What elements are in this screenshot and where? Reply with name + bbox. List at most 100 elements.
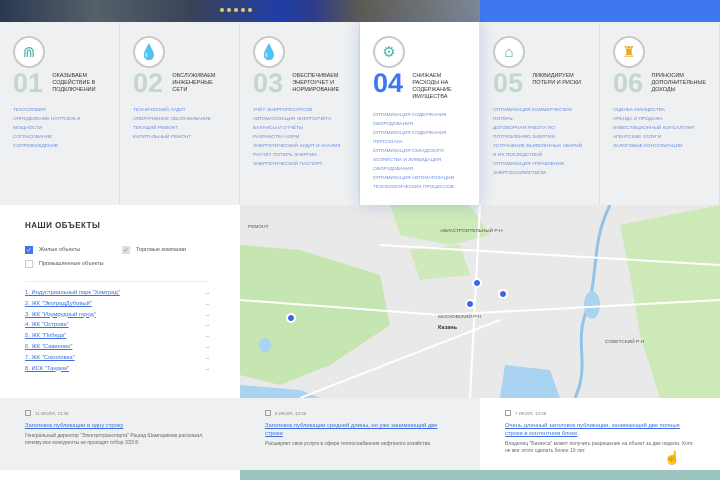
- map-label: Ремонт: [248, 225, 269, 230]
- service-link[interactable]: Оценка имущества: [613, 106, 706, 115]
- service-link[interactable]: Оперативное обслуживание: [133, 115, 226, 124]
- service-link[interactable]: Автоматизация энергоучёта: [253, 115, 346, 124]
- service-title: Приносим дополнительные доходы: [651, 73, 706, 93]
- checkbox-icon[interactable]: [25, 260, 33, 268]
- service-link[interactable]: Согласование: [13, 133, 106, 142]
- filter-label: Промышленные объекты: [39, 261, 104, 267]
- arrow-right-icon: →: [204, 290, 210, 296]
- service-card-06[interactable]: ♜ 06 Приносим дополнительные доходы Оценк…: [600, 22, 720, 205]
- lake: [584, 291, 600, 319]
- service-number: 01: [13, 68, 44, 98]
- object-item[interactable]: 5. ЖК "Победа" →: [25, 333, 210, 344]
- service-number: 06: [613, 68, 644, 98]
- service-link[interactable]: Энергетический паспорт: [253, 160, 346, 169]
- object-item[interactable]: 7. ЖК "Соколовка" →: [25, 355, 210, 366]
- service-number: 05: [493, 68, 524, 98]
- service-title: Снижаем расходы на содержание имущества: [412, 73, 452, 100]
- objects-list: 1. Индустриальный парк "Химград" → 2. ЖК "…: [25, 290, 210, 376]
- service-link[interactable]: Определение нагрузок и мощности: [13, 115, 106, 133]
- object-item[interactable]: 3. ЖК "Изумрудный город" →: [25, 312, 210, 323]
- filter-label: Торговые компании: [136, 247, 186, 253]
- service-card-04[interactable]: ⚙ 04 Снижаем расходы на содержание имущес…: [360, 22, 480, 205]
- gears-icon: ⚙: [373, 36, 405, 68]
- calendar-icon: [25, 410, 31, 416]
- hero-banner: [0, 0, 720, 22]
- slider-dots[interactable]: [220, 8, 252, 12]
- service-link[interactable]: Разработка норм: [253, 133, 346, 142]
- object-link[interactable]: 2. ЖК "ЭкоградДубовый": [25, 301, 92, 312]
- object-link[interactable]: 7. ЖК "Соколовка": [25, 355, 75, 366]
- object-link[interactable]: 4. ЖК "Острова": [25, 322, 69, 333]
- map-pin[interactable]: [465, 299, 475, 309]
- object-link[interactable]: 6. ЖК "Савиново": [25, 344, 72, 355]
- service-link[interactable]: Залоговые консультации: [613, 142, 706, 151]
- service-link[interactable]: Энергетический аудит и анализ: [253, 142, 346, 151]
- map-label: Советский р-н: [605, 340, 645, 345]
- service-link[interactable]: Техусловия: [13, 106, 106, 115]
- water-area: [500, 365, 560, 398]
- object-link[interactable]: 3. ЖК "Изумрудный город": [25, 312, 96, 323]
- object-item[interactable]: 4. ЖК "Острова" →: [25, 322, 210, 333]
- object-link[interactable]: 5. ЖК "Победа": [25, 333, 66, 344]
- service-link[interactable]: Сопровождение: [13, 142, 106, 151]
- service-link[interactable]: Оптимизация складского хозяйства и ликви…: [373, 147, 466, 174]
- service-link[interactable]: Устранение выявленных аварий и их послед…: [493, 142, 586, 160]
- service-link[interactable]: Учёт энергоресурсов: [253, 106, 346, 115]
- service-link[interactable]: Технический аудит: [133, 106, 226, 115]
- water-area: [240, 385, 320, 398]
- service-link[interactable]: Оптимизация содержания оборудования: [373, 111, 466, 129]
- service-link[interactable]: Оптимизация управления энергохозяйством: [493, 160, 586, 178]
- service-title: Ликвидируем потери и риски: [532, 73, 581, 86]
- calendar-icon: [505, 410, 511, 416]
- service-link[interactable]: Аренда и продажа: [613, 115, 706, 124]
- arrow-right-icon: →: [204, 333, 210, 340]
- news-item: 8 июля, 13:36 Заголовок публикации средн…: [240, 398, 480, 470]
- service-card-02[interactable]: 💧 02 Обслуживаем инженерные сети Техничес…: [120, 22, 240, 205]
- service-link[interactable]: Балансы и отчёты: [253, 124, 346, 133]
- lake: [259, 338, 271, 352]
- checkbox-checked-icon[interactable]: ✓: [122, 246, 130, 254]
- news-date: 8 июля, 13:36: [275, 410, 307, 416]
- object-item[interactable]: 6. ЖК "Савиново" →: [25, 344, 210, 355]
- filter-residential[interactable]: ✓ Жилые объекты: [25, 246, 80, 254]
- service-link[interactable]: Капитальный ремонт: [133, 133, 226, 142]
- service-number: 02: [133, 68, 164, 98]
- map-pin[interactable]: [286, 313, 296, 323]
- service-link[interactable]: Договорная работа по потреблению энергии: [493, 124, 586, 142]
- news-title-link[interactable]: Заголовок публикации средней длины, но у…: [265, 422, 455, 438]
- house-icon: ⌂: [493, 36, 525, 68]
- service-link[interactable]: Инвестиционный консалтинг: [613, 124, 706, 133]
- checkbox-checked-icon[interactable]: ✓: [25, 246, 33, 254]
- filter-industrial[interactable]: Промышленные объекты: [25, 260, 104, 268]
- drop-icon: 💧: [253, 36, 285, 68]
- object-item[interactable]: 2. ЖК "ЭкоградДубовый" →: [25, 301, 210, 312]
- objects-title: Наши объекты: [25, 221, 101, 230]
- drop-icon: 💧: [133, 36, 165, 68]
- service-link[interactable]: Текущий ремонт: [133, 124, 226, 133]
- object-item[interactable]: 8. ИСК "Тандем" →: [25, 366, 210, 377]
- service-card-01[interactable]: ⋒ 01 Оказываем содействие в подключении Т…: [0, 22, 120, 205]
- object-link[interactable]: 8. ИСК "Тандем": [25, 366, 69, 377]
- news-title-link[interactable]: Заголовок публикации в одну строку: [25, 422, 215, 430]
- service-link[interactable]: Оптимизация содержания персонала: [373, 129, 466, 147]
- service-link[interactable]: Оптимизация коммерческих потерь: [493, 106, 586, 124]
- map-pin[interactable]: [472, 278, 482, 288]
- service-link[interactable]: Агентские услуги: [613, 133, 706, 142]
- service-card-03[interactable]: 💧 03 Обеспечиваем энергоучет и нормирован…: [240, 22, 360, 205]
- news-title-link[interactable]: Очень длинный заголовок публикации, зани…: [505, 422, 695, 438]
- map-label: Московский р-н: [438, 315, 482, 320]
- service-link[interactable]: Оптимизация автоматизации технологически…: [373, 174, 466, 192]
- object-link[interactable]: 1. Индустриальный парк "Химград": [25, 290, 120, 301]
- service-card-05[interactable]: ⌂ 05 Ликвидируем потери и риски Оптимизац…: [480, 22, 600, 205]
- map-pin[interactable]: [498, 289, 508, 299]
- object-item[interactable]: 1. Индустриальный парк "Химград" →: [25, 290, 210, 301]
- divider: [25, 281, 208, 282]
- map[interactable]: Ремонт Авиастроительный р-н Московский р…: [240, 205, 720, 398]
- service-title: Оказываем содействие в подключении: [52, 73, 96, 93]
- arrow-right-icon: →: [204, 365, 210, 372]
- filter-commercial[interactable]: ✓ Торговые компании: [122, 246, 186, 254]
- service-link[interactable]: Расчёт потерь энергии: [253, 151, 346, 160]
- pipe-icon: ⋒: [13, 36, 45, 68]
- news-item: 7 июля, 13:36 Очень длинный заголовок пу…: [480, 398, 720, 470]
- arrow-right-icon: →: [204, 300, 210, 307]
